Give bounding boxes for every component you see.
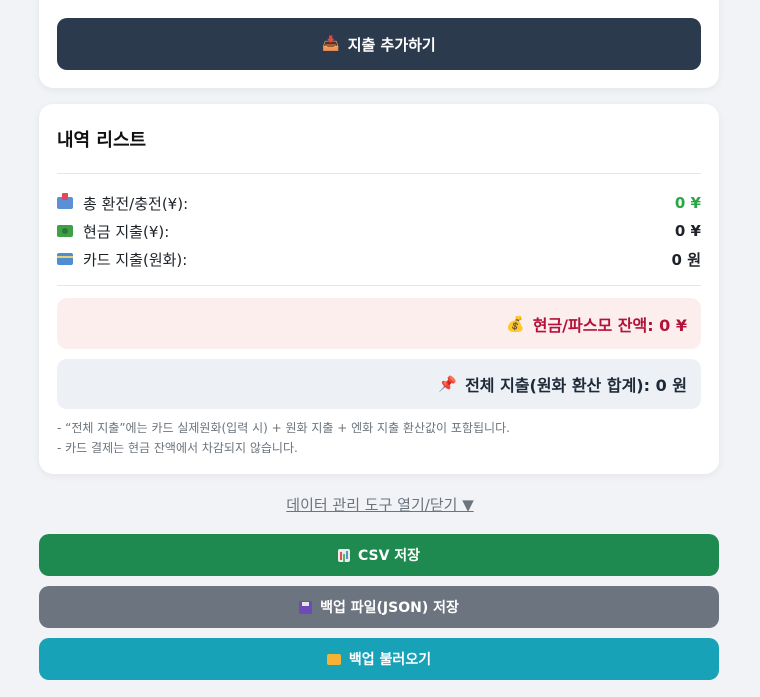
summary-row-cash: 현금 지출(¥): 0 ¥ [57, 219, 701, 243]
add-expense-card: 📥 지출 추가하기 [39, 0, 719, 88]
list-card: 내역 리스트 총 환전/충전(¥): 0 ¥ 현금 지출(¥): 0 ¥ 카드 … [39, 104, 719, 474]
cash-icon [57, 225, 73, 237]
inbox-tray-icon: 📥 [322, 36, 340, 52]
credit-card-icon [57, 253, 73, 265]
save-json-label: 백업 파일(JSON) 저장 [320, 600, 459, 616]
add-expense-button[interactable]: 📥 지출 추가하기 [57, 18, 701, 70]
summary-value: 0 원 [671, 250, 701, 269]
total-expense-text: 전체 지출(원화 환산 합계): 0 원 [465, 376, 687, 395]
inbox-tray-icon [57, 193, 73, 209]
note-line: - “전체 지출”에는 카드 실제원화(입력 시) + 원화 지출 + 엔화 지… [57, 421, 510, 435]
total-expense-box: 📌 전체 지출(원화 환산 합계): 0 원 [57, 359, 701, 409]
save-csv-label: CSV 저장 [357, 548, 421, 564]
save-json-button[interactable]: 백업 파일(JSON) 저장 [39, 586, 719, 628]
summary-row-exchange: 총 환전/충전(¥): 0 ¥ [57, 191, 701, 215]
note-line: - 카드 결제는 현금 잔액에서 차감되지 않습니다. [57, 441, 298, 455]
summary-value: 0 ¥ [674, 222, 701, 240]
data-tools-toggle[interactable]: 데이터 관리 도구 열기/닫기 ▼ [0, 494, 760, 515]
summary-value: 0 ¥ [674, 194, 701, 212]
summary-label: 카드 지출(원화): [83, 250, 188, 269]
cash-balance-text: 현금/파스모 잔액: 0 ¥ [532, 315, 687, 335]
bar-chart-icon [337, 548, 350, 562]
divider [57, 285, 701, 286]
save-csv-button[interactable]: CSV 저장 [39, 534, 719, 576]
notes: - “전체 지출”에는 카드 실제원화(입력 시) + 원화 지출 + 엔화 지… [57, 418, 510, 458]
pushpin-icon: 📌 [438, 375, 458, 393]
folder-icon [326, 653, 341, 665]
summary-label: 총 환전/충전(¥): [83, 194, 189, 213]
cash-balance-box: 💰 현금/파스모 잔액: 0 ¥ [57, 298, 701, 349]
divider [57, 173, 701, 174]
add-expense-label: 지출 추가하기 [347, 35, 436, 54]
summary-label: 현금 지출(¥): [83, 222, 170, 241]
floppy-disk-icon [299, 600, 313, 614]
money-bag-icon: 💰 [506, 314, 525, 333]
summary-row-card: 카드 지출(원화): 0 원 [57, 247, 701, 271]
load-backup-button[interactable]: 백업 불러오기 [39, 638, 719, 680]
list-title: 내역 리스트 [57, 130, 147, 151]
load-backup-label: 백업 불러오기 [348, 652, 432, 668]
